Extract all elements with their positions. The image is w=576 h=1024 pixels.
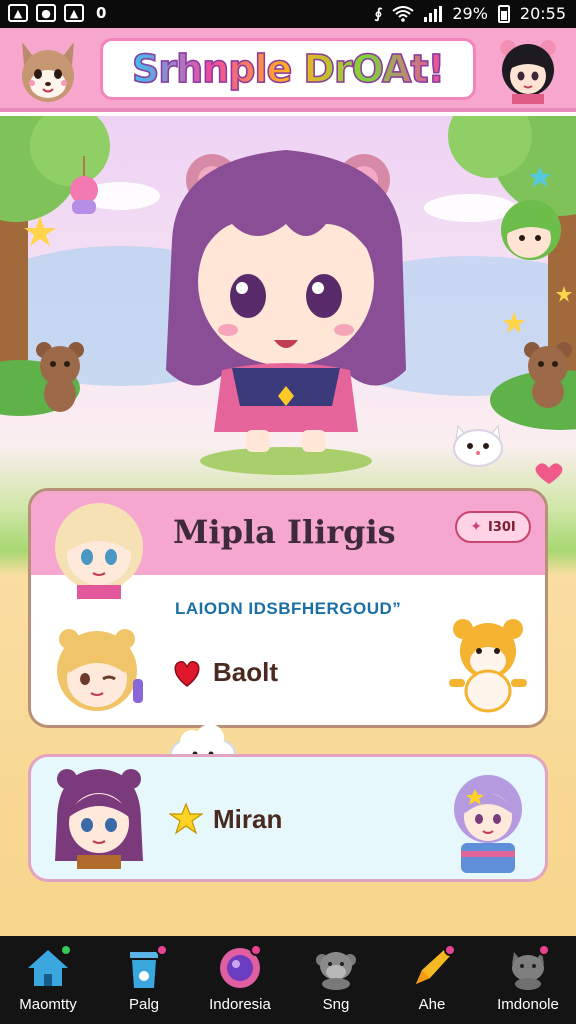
fox-avatar[interactable]	[14, 36, 82, 104]
badge-label: I30I	[487, 519, 516, 535]
battery-percent: 29%	[452, 4, 488, 23]
white-cat-critter[interactable]	[448, 418, 508, 468]
notification-dot	[444, 944, 456, 956]
gallery-icon: ▲	[64, 4, 84, 22]
nav-label-bin: Palg	[128, 996, 160, 1013]
notification-icon: ●	[36, 4, 56, 22]
nav-item-home[interactable]: Maomtty	[0, 936, 96, 1024]
heart-icon	[174, 660, 200, 687]
home-scene: Mipla Ilirgis ✦ I30I LAIODN IDSBFHERGOUD…	[0, 116, 576, 936]
nav-item-pen[interactable]: Ahe	[384, 936, 480, 1024]
winking-girl-avatar[interactable]	[47, 623, 151, 719]
notification-icon: ▲	[8, 4, 28, 22]
gorilla-icon	[316, 952, 356, 990]
green-hair-critter[interactable]	[496, 198, 566, 264]
character-card-secondary[interactable]: Miran	[28, 754, 548, 882]
clock: 20:55	[519, 4, 566, 23]
title-banner: Srhnple DrOAt!	[100, 38, 476, 100]
nav-item-gorilla[interactable]: Sng	[288, 936, 384, 1024]
main-character[interactable]	[136, 120, 436, 460]
tiger-critter[interactable]	[445, 613, 531, 713]
status-bar: ▲ ● ▲ 0 ∮ 29% 20:55	[0, 0, 576, 28]
notification-dot	[60, 944, 72, 956]
nav-label-gorilla: Sng	[322, 996, 350, 1013]
mood-item[interactable]: Miran	[169, 803, 282, 835]
card-header: Mipla Ilirgis ✦ I30I	[31, 491, 545, 599]
mood-item-label: Miran	[213, 803, 283, 834]
app-title: Srhnple DrOAt!	[131, 46, 445, 92]
battery-icon	[497, 4, 510, 23]
favorite-item[interactable]: Baolt	[171, 657, 278, 688]
notification-dot	[156, 944, 168, 956]
star-sticker-icon	[169, 803, 203, 835]
purple-girl-avatar[interactable]	[47, 761, 151, 871]
level-badge[interactable]: ✦ I30I	[455, 511, 531, 543]
bottom-nav: Maomtty Palg Indoresia Sng Ahe Imdonole	[0, 936, 576, 1024]
notification-dot	[538, 944, 550, 956]
wifi-icon	[392, 5, 414, 22]
status-extra: 0	[96, 4, 107, 22]
notification-dot	[250, 944, 262, 956]
bear-critter-right[interactable]	[520, 338, 576, 408]
nav-label-pet: Imdonole	[497, 996, 559, 1013]
girl-avatar[interactable]	[494, 36, 562, 104]
bear-critter-left[interactable]	[30, 338, 90, 414]
nav-item-orb[interactable]: Indoresia	[192, 936, 288, 1024]
vibrate-icon: ∮	[374, 5, 383, 22]
nav-item-bin[interactable]: Palg	[96, 936, 192, 1024]
signal-icon	[424, 5, 443, 22]
lilac-girl-avatar[interactable]	[445, 765, 531, 875]
nav-item-pet[interactable]: Imdonole	[480, 936, 576, 1024]
favorite-item-label: Baolt	[213, 657, 278, 687]
star-icon: ✦	[470, 519, 482, 535]
app-header: Srhnple DrOAt!	[0, 28, 576, 112]
nav-label-pen: Ahe	[418, 996, 446, 1013]
status-right: ∮ 29% 20:55	[374, 4, 566, 23]
character-card-primary[interactable]: Mipla Ilirgis ✦ I30I LAIODN IDSBFHERGOUD…	[28, 488, 548, 728]
nav-label-home: Maomtty	[19, 996, 77, 1013]
character-name: Mipla Ilirgis	[173, 513, 396, 551]
nav-label-orb: Indoresia	[209, 996, 271, 1013]
status-left: ▲ ● ▲ 0	[8, 4, 106, 22]
blonde-girl-avatar[interactable]	[49, 499, 149, 599]
card-subtitle: LAIODN IDSBFHERGOUD”	[175, 599, 402, 618]
